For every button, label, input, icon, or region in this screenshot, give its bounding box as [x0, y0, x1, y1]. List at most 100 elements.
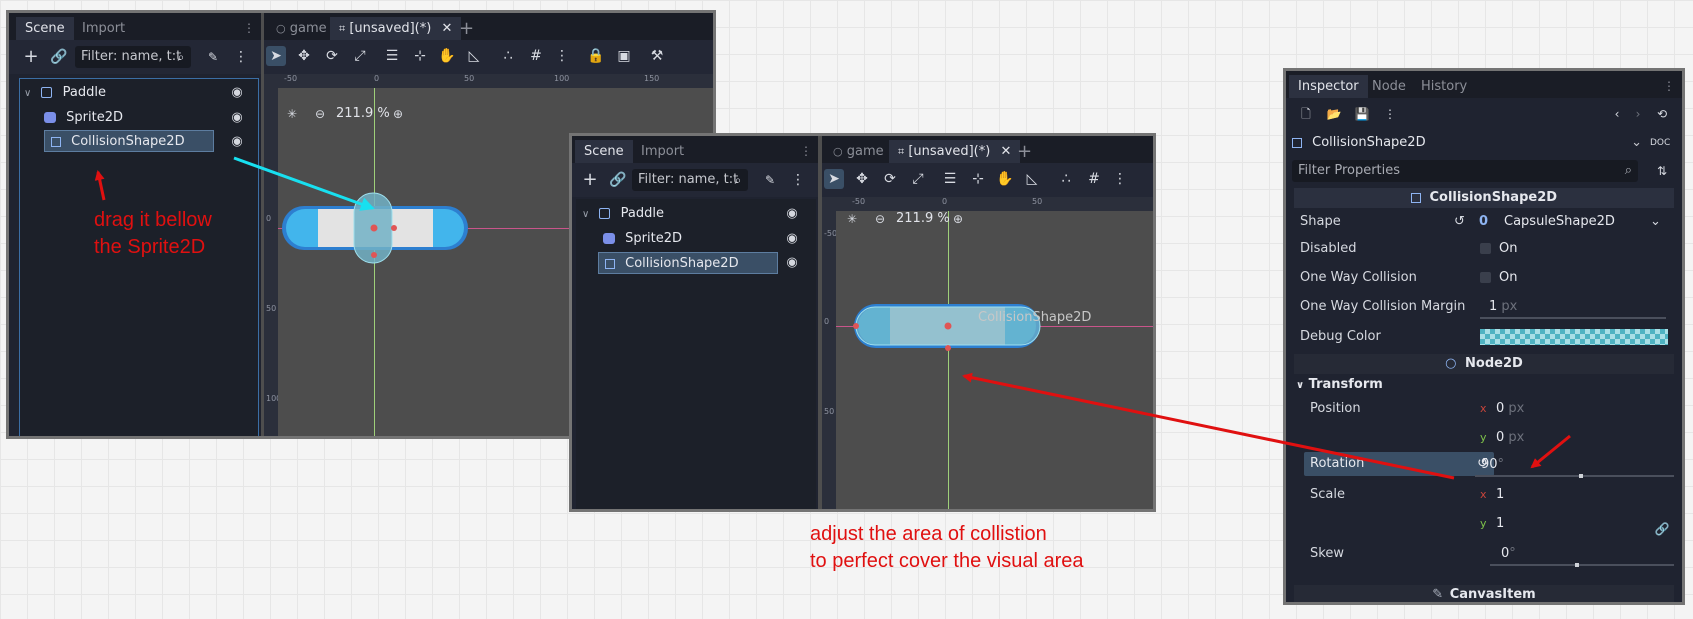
- scene-more-icon[interactable]: ⋮: [788, 170, 808, 190]
- snap-options-icon[interactable]: ⋮: [552, 46, 572, 66]
- tab-inspector[interactable]: Inspector: [1289, 75, 1368, 98]
- visibility-eye-icon[interactable]: ◉: [229, 85, 245, 100]
- debug-color-swatch[interactable]: [1480, 329, 1668, 345]
- tree-item-collisionshape2d[interactable]: CollisionShape2D: [44, 130, 214, 152]
- more-icon[interactable]: ⋮: [1380, 104, 1400, 124]
- link-icon[interactable]: 🔗: [49, 47, 69, 67]
- grid-snap-icon[interactable]: #: [526, 46, 546, 66]
- move-tool-icon[interactable]: ✥: [294, 46, 314, 66]
- visibility-eye-icon[interactable]: ◉: [784, 206, 800, 221]
- node2d-icon: ⌗: [339, 22, 346, 35]
- node2d-icon: [599, 208, 611, 219]
- node-selector[interactable]: CollisionShape2D ⌄: [1292, 131, 1642, 155]
- scale-tool-icon[interactable]: ⤢: [908, 169, 928, 189]
- chevron-down-icon[interactable]: ⌄: [1650, 208, 1661, 235]
- history-forward-icon[interactable]: ›: [1628, 104, 1648, 124]
- select-tool-icon[interactable]: ➤: [266, 46, 286, 66]
- tab-scene[interactable]: Scene: [16, 17, 74, 40]
- add-node-icon[interactable]: +: [21, 47, 41, 67]
- pan-tool-icon[interactable]: ✋: [995, 169, 1015, 189]
- tree-item-paddle[interactable]: ∨ Paddle: [582, 203, 807, 225]
- scale-tool-icon[interactable]: ⤢: [350, 46, 370, 66]
- canvas-viewport[interactable]: ✳ ⊖ 211.9 % ⊕ CollisionShape2D: [836, 211, 1153, 509]
- filter-properties-input[interactable]: Filter Properties ⌕: [1292, 160, 1638, 182]
- smart-snap-icon[interactable]: ∴: [498, 46, 518, 66]
- group-icon[interactable]: ▣: [614, 46, 634, 66]
- add-tab-icon[interactable]: +: [1008, 140, 1041, 163]
- property-scale-y[interactable]: y 1: [1304, 510, 1674, 537]
- skew-slider[interactable]: [1490, 563, 1674, 567]
- property-one-way-collision[interactable]: One Way Collision On: [1294, 264, 1674, 291]
- property-rotation[interactable]: Rotation ↺: [1304, 452, 1494, 476]
- smart-snap-icon[interactable]: ∴: [1056, 169, 1076, 189]
- grid-snap-icon[interactable]: #: [1084, 169, 1104, 189]
- tree-item-collisionshape2d[interactable]: CollisionShape2D: [598, 252, 778, 274]
- property-debug-color[interactable]: Debug Color: [1294, 323, 1674, 350]
- lock-icon[interactable]: 🔒: [586, 46, 606, 66]
- bone-icon[interactable]: ⚒: [647, 46, 667, 66]
- visibility-eye-icon[interactable]: ◉: [784, 255, 800, 270]
- revert-icon[interactable]: ↺: [1454, 208, 1465, 235]
- object-history-icon[interactable]: ⟲: [1652, 104, 1672, 124]
- transform-header[interactable]: ∨ Transform: [1296, 375, 1383, 395]
- margin-slider[interactable]: [1480, 317, 1666, 319]
- history-back-icon[interactable]: ‹: [1607, 104, 1627, 124]
- tree-item-sprite2d[interactable]: Sprite2D: [603, 228, 803, 250]
- ruler-tool-icon[interactable]: ◺: [464, 46, 484, 66]
- rotate-tool-icon[interactable]: ⟳: [322, 46, 342, 66]
- property-disabled[interactable]: Disabled On: [1294, 235, 1674, 262]
- doc-icon[interactable]: DOC: [1650, 133, 1670, 153]
- tab-game[interactable]: ○ game: [824, 140, 893, 163]
- scene-more-icon[interactable]: ⋮: [231, 47, 251, 67]
- dock-menu-icon[interactable]: ⋮: [796, 141, 816, 161]
- tab-history[interactable]: History: [1412, 75, 1476, 98]
- list-select-icon[interactable]: ☰: [940, 169, 960, 189]
- add-node-icon[interactable]: +: [580, 170, 600, 190]
- select-tool-icon[interactable]: ➤: [824, 169, 844, 189]
- tab-unsaved[interactable]: ⌗ [unsaved](*) ✕: [889, 140, 1021, 163]
- tab-scene[interactable]: Scene: [575, 140, 633, 163]
- sort-properties-icon[interactable]: ⇅: [1652, 161, 1672, 181]
- tab-game[interactable]: ○ game: [267, 17, 336, 40]
- circle-icon: ○: [833, 145, 843, 158]
- dock-menu-icon[interactable]: ⋮: [1659, 76, 1679, 96]
- pivot-tool-icon[interactable]: ⊹: [968, 169, 988, 189]
- snap-options-icon[interactable]: ⋮: [1110, 169, 1130, 189]
- ruler-tool-icon[interactable]: ◺: [1022, 169, 1042, 189]
- attach-script-icon[interactable]: ✎: [203, 47, 223, 67]
- property-one-way-margin[interactable]: One Way Collision Margin 1 px: [1294, 293, 1674, 320]
- property-skew[interactable]: Skew 0°: [1304, 540, 1674, 567]
- property-position-y[interactable]: y 0 px: [1304, 424, 1674, 451]
- rotate-tool-icon[interactable]: ⟳: [880, 169, 900, 189]
- ruler-vertical: -50 0 50: [822, 197, 837, 509]
- ruler-vertical: 0 50 100: [264, 74, 281, 436]
- move-tool-icon[interactable]: ✥: [852, 169, 872, 189]
- visibility-eye-icon[interactable]: ◉: [229, 134, 245, 149]
- new-resource-icon[interactable]: 🗋: [1296, 104, 1316, 124]
- visibility-eye-icon[interactable]: ◉: [784, 231, 800, 246]
- one-way-checkbox[interactable]: [1480, 272, 1491, 283]
- add-tab-icon[interactable]: +: [450, 17, 483, 40]
- tree-item-paddle[interactable]: ∨ Paddle: [24, 82, 249, 104]
- property-position[interactable]: Position x 0 px: [1304, 395, 1674, 422]
- tab-import[interactable]: Import: [632, 140, 693, 163]
- open-resource-icon[interactable]: 📂: [1324, 104, 1344, 124]
- tree-item-sprite2d[interactable]: Sprite2D: [44, 107, 244, 129]
- list-select-icon[interactable]: ☰: [382, 46, 402, 66]
- link-scale-icon[interactable]: 🔗: [1652, 519, 1672, 539]
- rotation-slider[interactable]: [1475, 474, 1674, 478]
- property-rotation-value[interactable]: 90°: [1475, 451, 1674, 478]
- attach-script-icon[interactable]: ✎: [760, 170, 780, 190]
- disabled-checkbox[interactable]: [1480, 243, 1491, 254]
- dock-menu-icon[interactable]: ⋮: [239, 18, 259, 38]
- tab-unsaved[interactable]: ⌗ [unsaved](*) ✕: [330, 17, 462, 40]
- link-icon[interactable]: 🔗: [608, 170, 628, 190]
- save-resource-icon[interactable]: 💾: [1352, 104, 1372, 124]
- pan-tool-icon[interactable]: ✋: [437, 46, 457, 66]
- tab-import[interactable]: Import: [73, 17, 134, 40]
- pivot-tool-icon[interactable]: ⊹: [410, 46, 430, 66]
- property-shape[interactable]: Shape ↺ 0 CapsuleShape2D ⌄: [1294, 208, 1674, 235]
- tab-node[interactable]: Node: [1363, 75, 1415, 98]
- visibility-eye-icon[interactable]: ◉: [229, 110, 245, 125]
- property-scale[interactable]: Scale x 1: [1304, 481, 1674, 508]
